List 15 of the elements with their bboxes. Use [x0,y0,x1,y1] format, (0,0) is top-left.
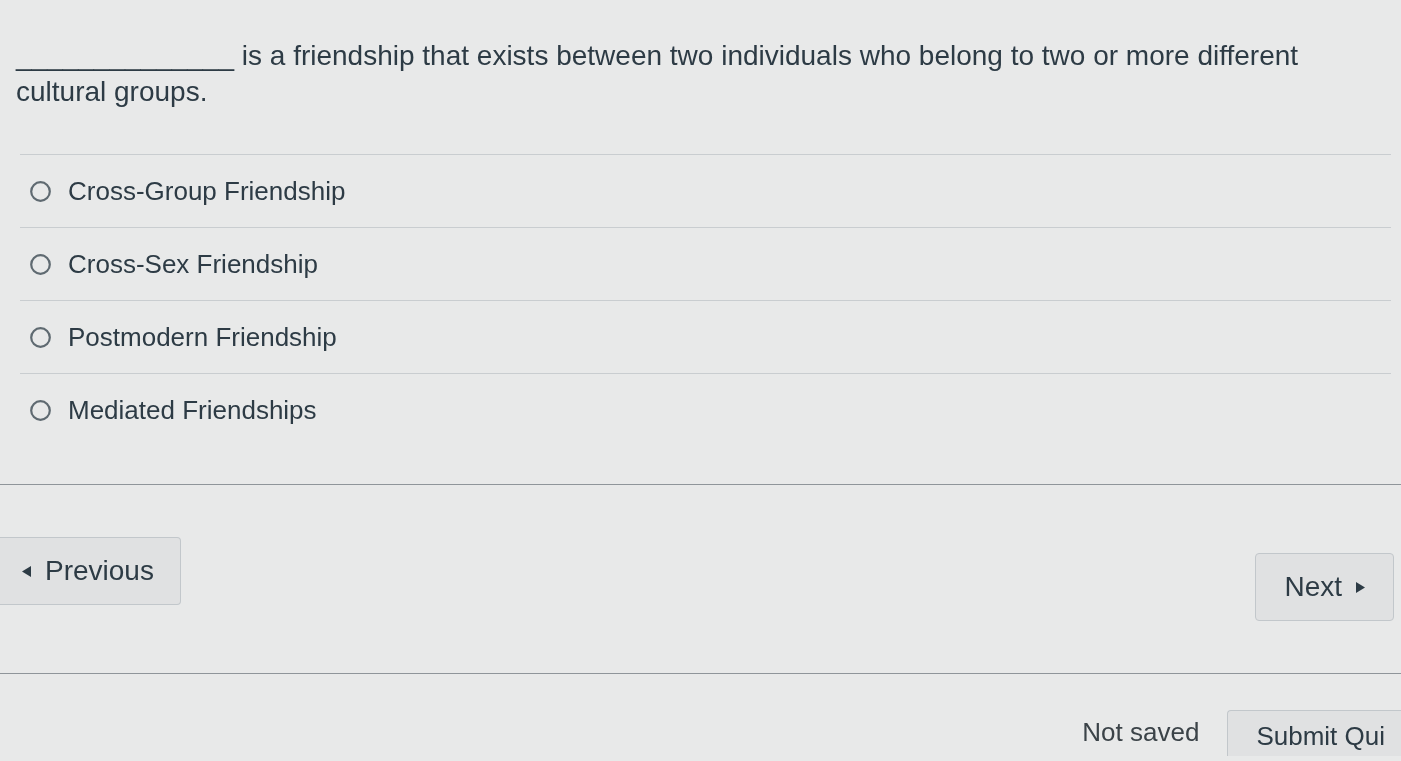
question-text: ______________ is a friendship that exists between two individuals who belong to two or more different cultural groups. [14,39,1300,109]
answer-option[interactable]: Cross-Sex Friendship [30,244,318,284]
previous-button[interactable]: Previous [0,537,181,605]
radio-icon[interactable] [30,399,51,421]
submit-button[interactable]: Submit Qui [1227,710,1401,756]
answer-option[interactable]: Postmodern Friendship [30,317,337,357]
caret-left-icon [22,565,31,577]
caret-right-icon [1356,581,1365,593]
answer-option[interactable]: Mediated Friendships [30,390,317,430]
radio-icon[interactable] [30,180,51,202]
radio-icon[interactable] [30,253,51,275]
save-status-text: Not saved [1082,715,1200,749]
next-button[interactable]: Next [1255,553,1394,621]
radio-icon[interactable] [30,326,51,348]
answer-option[interactable]: Cross-Group Friendship [30,171,346,211]
